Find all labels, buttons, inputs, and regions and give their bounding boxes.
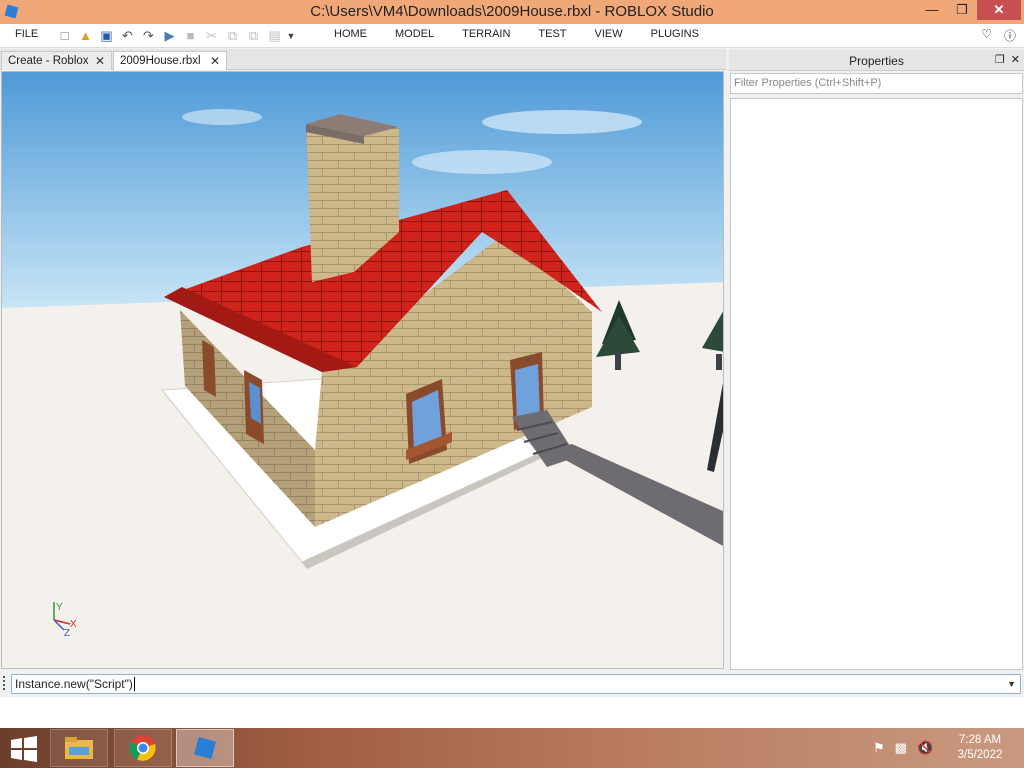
volume-muted-icon[interactable]: 🔇 (917, 740, 933, 756)
scene-render[interactable]: Y X Z (2, 72, 724, 669)
open-file-icon[interactable]: ▲ (77, 27, 94, 44)
help-icon[interactable]: ⓘ (1004, 27, 1016, 44)
tab-test[interactable]: TEST (538, 28, 566, 40)
chevron-down-icon[interactable]: ▼ (1007, 677, 1016, 691)
menu-right-icons: ♡ ⓘ (981, 27, 1016, 44)
tab-label: 2009House.rbxl (120, 55, 201, 67)
quick-access-toolbar: □ ▲ ▣ ↶ ↷ ▶ ■ ✂ ⧉ ⧉ ▤ ▼ (56, 27, 296, 45)
ribbon-tabs: HOME MODEL TERRAIN TEST VIEW PLUGINS (334, 28, 727, 40)
tab-model[interactable]: MODEL (395, 28, 434, 40)
stop-icon[interactable]: ■ (182, 27, 199, 44)
minimize-icon[interactable]: — (918, 0, 946, 20)
restore-icon[interactable]: ❐ (948, 0, 976, 20)
grip-handle[interactable] (3, 676, 6, 690)
tab-view[interactable]: VIEW (595, 28, 623, 40)
cut-icon[interactable]: ✂ (203, 27, 220, 44)
properties-list[interactable] (730, 98, 1023, 670)
system-tray: ⚑ ▩ 🔇 (873, 740, 933, 756)
paste-icon[interactable]: ▤ (266, 27, 283, 44)
3d-viewport[interactable]: Y X Z (1, 71, 724, 669)
axis-label-y: Y (56, 602, 63, 613)
tab-create-roblox[interactable]: Create - Roblox ✕ (1, 51, 112, 70)
flag-icon[interactable]: ⚑ (873, 740, 885, 756)
heart-icon[interactable]: ♡ (981, 27, 992, 44)
menu-bar: FILE □ ▲ ▣ ↶ ↷ ▶ ■ ✂ ⧉ ⧉ ▤ ▼ HOME MODEL … (0, 24, 1024, 48)
save-icon[interactable]: ▣ (98, 27, 115, 44)
clock-date: 3/5/2022 (957, 749, 1003, 761)
float-panel-icon[interactable]: ❐ (995, 53, 1005, 66)
new-file-icon[interactable]: □ (56, 27, 73, 44)
tab-2009house[interactable]: 2009House.rbxl ✕ (113, 51, 227, 70)
document-tab-strip: Create - Roblox ✕ 2009House.rbxl ✕ (0, 49, 726, 70)
close-icon[interactable]: ✕ (95, 52, 105, 70)
roblox-studio-icon[interactable] (176, 729, 234, 767)
undo-icon[interactable]: ↶ (119, 27, 136, 44)
publish-icon[interactable]: ▶ (161, 27, 178, 44)
status-area (0, 697, 1024, 728)
properties-title: Properties (849, 54, 904, 68)
file-menu[interactable]: FILE (15, 28, 38, 40)
title-bar: C:\Users\VM4\Downloads\2009House.rbxl - … (0, 0, 1024, 24)
network-icon[interactable]: ▩ (895, 740, 907, 756)
tab-terrain[interactable]: TERRAIN (462, 28, 510, 40)
close-icon[interactable]: ✕ (977, 0, 1021, 20)
axis-label-x: X (70, 619, 77, 630)
tab-label: Create - Roblox (8, 55, 89, 67)
duplicate-icon[interactable]: ⧉ (245, 27, 262, 44)
clock-time: 7:28 AM (958, 734, 1002, 746)
properties-panel: Properties ❐ ✕ Filter Properties (Ctrl+S… (729, 50, 1024, 670)
command-bar: Instance.new("Script") ▼ (0, 671, 1024, 697)
properties-header: Properties ❐ ✕ (729, 50, 1024, 71)
properties-filter-input[interactable]: Filter Properties (Ctrl+Shift+P) (730, 73, 1023, 94)
windows-start-icon[interactable] (10, 736, 38, 762)
clock[interactable]: 7:28 AM 3/5/2022 (950, 733, 1010, 763)
close-icon[interactable]: ✕ (210, 52, 220, 70)
redo-icon[interactable]: ↷ (140, 27, 157, 44)
chrome-icon[interactable] (114, 729, 172, 767)
command-input[interactable]: Instance.new("Script") ▼ (11, 674, 1021, 694)
taskbar: ⚑ ▩ 🔇 7:28 AM 3/5/2022 (0, 728, 1024, 768)
tab-home[interactable]: HOME (334, 28, 367, 40)
axis-label-z: Z (64, 628, 70, 639)
window-title: C:\Users\VM4\Downloads\2009House.rbxl - … (310, 3, 714, 20)
file-explorer-icon[interactable] (50, 729, 108, 767)
copy-icon[interactable]: ⧉ (224, 27, 241, 44)
command-text: Instance.new("Script") (15, 677, 133, 691)
dropdown-icon[interactable]: ▼ (287, 27, 296, 44)
close-icon[interactable]: ✕ (1011, 53, 1020, 66)
tab-plugins[interactable]: PLUGINS (651, 28, 699, 40)
